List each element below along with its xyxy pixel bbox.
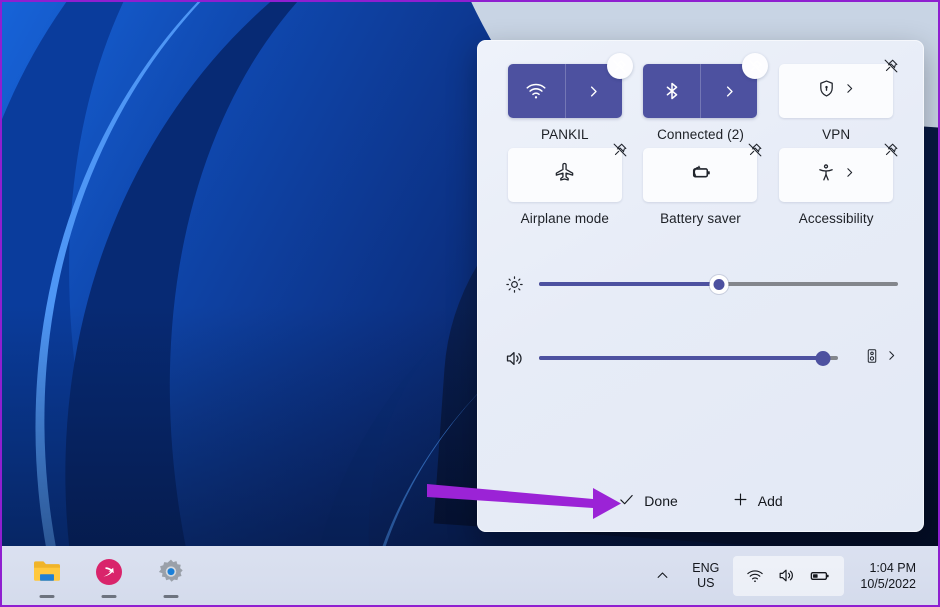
add-button-label: Add xyxy=(757,493,783,509)
checkmark-icon xyxy=(618,491,635,511)
done-button-label: Done xyxy=(644,493,678,509)
clock-date: 10/5/2022 xyxy=(860,576,916,591)
accessibility-chevron-right-icon[interactable] xyxy=(843,166,856,184)
running-indicator xyxy=(39,594,55,598)
volume-slider-thumb[interactable] xyxy=(814,349,833,368)
quick-setting-tile-airplane-mode: Airplane mode xyxy=(497,143,633,226)
chevron-up-icon xyxy=(657,572,668,578)
taskbar-app-icons xyxy=(2,556,188,598)
language-indicator[interactable]: ENG US xyxy=(682,557,729,595)
gear-icon xyxy=(158,559,183,582)
audio-output-selector[interactable] xyxy=(864,348,898,369)
tray-overflow-button[interactable] xyxy=(643,560,682,591)
unpin-icon[interactable] xyxy=(878,53,904,79)
taskbar-item-pinned-app[interactable] xyxy=(92,556,126,598)
quick-setting-tile-battery-saver: Battery saver xyxy=(633,143,769,226)
vpn-chevron-right-icon[interactable] xyxy=(843,82,856,100)
airplane-mode-tile-label: Airplane mode xyxy=(520,211,609,226)
taskbar-item-settings[interactable] xyxy=(154,556,188,598)
quick-settings-tray-button[interactable] xyxy=(733,555,845,596)
quick-setting-tile-wifi: PANKIL xyxy=(497,53,633,142)
accessibility-tile-label: Accessibility xyxy=(798,211,874,226)
screen: PANKIL Connected (2) VPN Airplane mode B… xyxy=(0,0,940,607)
wifi-tile-button[interactable] xyxy=(507,53,633,118)
file-explorer-icon xyxy=(34,560,60,581)
audio-output-device-icon[interactable] xyxy=(864,348,880,369)
add-button[interactable]: Add xyxy=(722,485,793,517)
language-line-2: US xyxy=(697,575,715,590)
wifi-icon xyxy=(747,569,764,582)
quick-setting-tile-bluetooth: Connected (2) xyxy=(633,53,769,142)
volume-slider-row xyxy=(503,334,898,382)
unpin-icon[interactable] xyxy=(742,53,769,79)
unpin-icon[interactable] xyxy=(606,53,633,79)
volume-icon xyxy=(503,348,525,369)
taskbar-item-file-explorer[interactable] xyxy=(30,556,64,598)
quick-settings-tile-grid: PANKIL Connected (2) VPN Airplane mode B… xyxy=(477,40,924,226)
battery-saver-icon xyxy=(688,160,713,190)
quick-settings-footer: Done Add xyxy=(477,474,924,532)
vpn-tile-label: VPN xyxy=(822,127,851,142)
shield-lock-icon xyxy=(817,79,836,103)
airplane-icon xyxy=(554,162,575,188)
running-indicator xyxy=(101,594,117,598)
taskbar: ENG US 1:04 PM 10/5/2022 xyxy=(2,546,938,605)
clock[interactable]: 1:04 PM 10/5/2022 xyxy=(848,556,924,596)
plus-icon xyxy=(732,491,749,511)
unpin-icon[interactable] xyxy=(607,137,633,163)
vpn-tile-button[interactable] xyxy=(779,59,898,118)
volume-slider[interactable] xyxy=(539,349,838,367)
brightness-slider-thumb[interactable] xyxy=(709,274,728,294)
volume-icon xyxy=(779,569,794,582)
wifi-tile-label: PANKIL xyxy=(541,127,589,142)
quick-settings-panel: PANKIL Connected (2) VPN Airplane mode B… xyxy=(477,40,924,532)
volume-slider-fill xyxy=(539,356,824,360)
running-indicator xyxy=(163,594,179,598)
pinned-app-icon xyxy=(96,558,122,585)
clock-time: 1:04 PM xyxy=(869,560,916,575)
quick-settings-sliders xyxy=(477,226,924,382)
brightness-slider-row xyxy=(503,260,898,308)
quick-setting-tile-vpn: VPN xyxy=(768,59,904,142)
system-tray: ENG US 1:04 PM 10/5/2022 xyxy=(643,555,938,596)
language-line-1: ENG xyxy=(692,560,720,575)
accessibility-icon xyxy=(816,163,836,188)
brightness-icon xyxy=(503,275,525,294)
audio-output-chevron-right-icon[interactable] xyxy=(885,349,898,367)
airplane-mode-tile-button[interactable] xyxy=(507,143,627,202)
bluetooth-tile-label: Connected (2) xyxy=(657,127,744,142)
battery-saver-tile-button[interactable] xyxy=(643,143,763,202)
battery-icon xyxy=(811,571,830,580)
brightness-slider[interactable] xyxy=(539,274,898,294)
unpin-icon[interactable] xyxy=(878,137,904,163)
brightness-slider-fill xyxy=(539,282,719,286)
unpin-icon[interactable] xyxy=(742,137,768,163)
battery-saver-tile-label: Battery saver xyxy=(660,211,741,226)
bluetooth-tile-button[interactable] xyxy=(643,53,769,118)
quick-setting-tile-accessibility: Accessibility xyxy=(768,143,904,226)
done-button[interactable]: Done xyxy=(608,485,687,517)
accessibility-tile-button[interactable] xyxy=(779,143,898,202)
bluetooth-icon[interactable] xyxy=(643,64,700,118)
wifi-icon[interactable] xyxy=(508,64,565,118)
